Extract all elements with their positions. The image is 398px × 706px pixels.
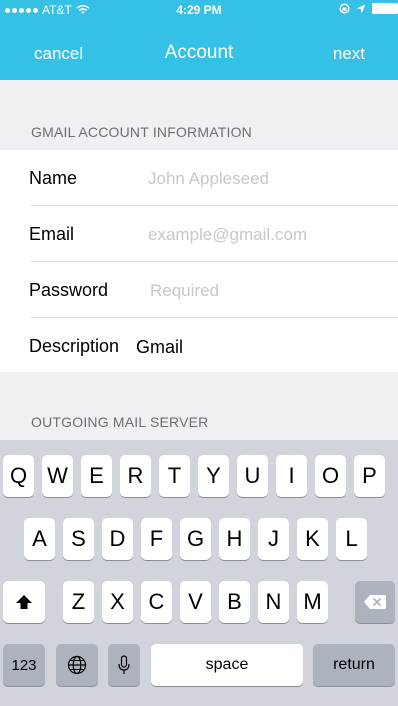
delete-icon xyxy=(364,595,386,609)
account-form: Name Email Password Description xyxy=(0,150,398,372)
key-g[interactable]: G xyxy=(180,518,211,560)
section-header-outgoing: OUTGOING MAIL SERVER xyxy=(31,414,209,430)
key-q[interactable]: Q xyxy=(3,455,34,497)
key-y[interactable]: Y xyxy=(198,455,229,497)
name-row: Name xyxy=(0,150,398,206)
key-s[interactable]: S xyxy=(63,518,94,560)
name-label: Name xyxy=(29,168,78,188)
return-key[interactable]: return xyxy=(313,644,395,686)
key-b[interactable]: B xyxy=(219,581,250,623)
key-u[interactable]: U xyxy=(237,455,268,497)
email-row: Email xyxy=(0,206,398,262)
key-p[interactable]: P xyxy=(354,455,385,497)
status-right xyxy=(339,3,398,14)
globe-key[interactable] xyxy=(56,644,98,686)
key-f[interactable]: F xyxy=(141,518,172,560)
key-v[interactable]: V xyxy=(180,581,211,623)
dictation-key[interactable] xyxy=(108,644,140,686)
password-label: Password xyxy=(29,280,109,300)
key-m[interactable]: M xyxy=(297,581,328,623)
name-input[interactable] xyxy=(148,166,378,192)
email-label: Email xyxy=(29,224,75,244)
section-header-account: GMAIL ACCOUNT INFORMATION xyxy=(31,124,252,140)
password-input[interactable] xyxy=(150,278,380,304)
battery-icon xyxy=(372,3,398,14)
key-a[interactable]: A xyxy=(24,518,55,560)
shift-key[interactable] xyxy=(3,581,45,623)
key-h[interactable]: H xyxy=(219,518,250,560)
key-d[interactable]: D xyxy=(102,518,133,560)
delete-key[interactable] xyxy=(355,581,395,623)
password-row: Password xyxy=(0,262,398,318)
numbers-key[interactable]: 123 xyxy=(3,644,45,686)
key-w[interactable]: W xyxy=(42,455,73,497)
shift-icon xyxy=(16,595,32,609)
lock-rotation-icon xyxy=(339,3,350,14)
microphone-icon xyxy=(118,655,130,674)
space-key[interactable]: space xyxy=(151,644,303,686)
location-icon xyxy=(356,4,366,14)
description-input[interactable] xyxy=(136,334,366,360)
key-e[interactable]: E xyxy=(81,455,112,497)
status-bar: AT&T 4:29 PM xyxy=(0,0,398,20)
globe-icon xyxy=(67,655,87,675)
key-o[interactable]: O xyxy=(315,455,346,497)
key-l[interactable]: L xyxy=(336,518,367,560)
next-button[interactable]: next xyxy=(333,44,365,64)
key-k[interactable]: K xyxy=(297,518,328,560)
description-row: Description xyxy=(0,318,398,374)
description-label: Description xyxy=(29,336,120,356)
key-z[interactable]: Z xyxy=(63,581,94,623)
nav-bar: cancel Account next xyxy=(0,36,398,72)
key-i[interactable]: I xyxy=(276,455,307,497)
header: AT&T 4:29 PM cancel Account next xyxy=(0,0,398,80)
key-n[interactable]: N xyxy=(258,581,289,623)
key-c[interactable]: C xyxy=(141,581,172,623)
keyboard: Q W E R T Y U I O P A S D F G H J K L Z … xyxy=(0,440,398,706)
email-input[interactable] xyxy=(148,222,378,248)
key-x[interactable]: X xyxy=(102,581,133,623)
key-j[interactable]: J xyxy=(258,518,289,560)
key-r[interactable]: R xyxy=(120,455,151,497)
key-t[interactable]: T xyxy=(159,455,190,497)
